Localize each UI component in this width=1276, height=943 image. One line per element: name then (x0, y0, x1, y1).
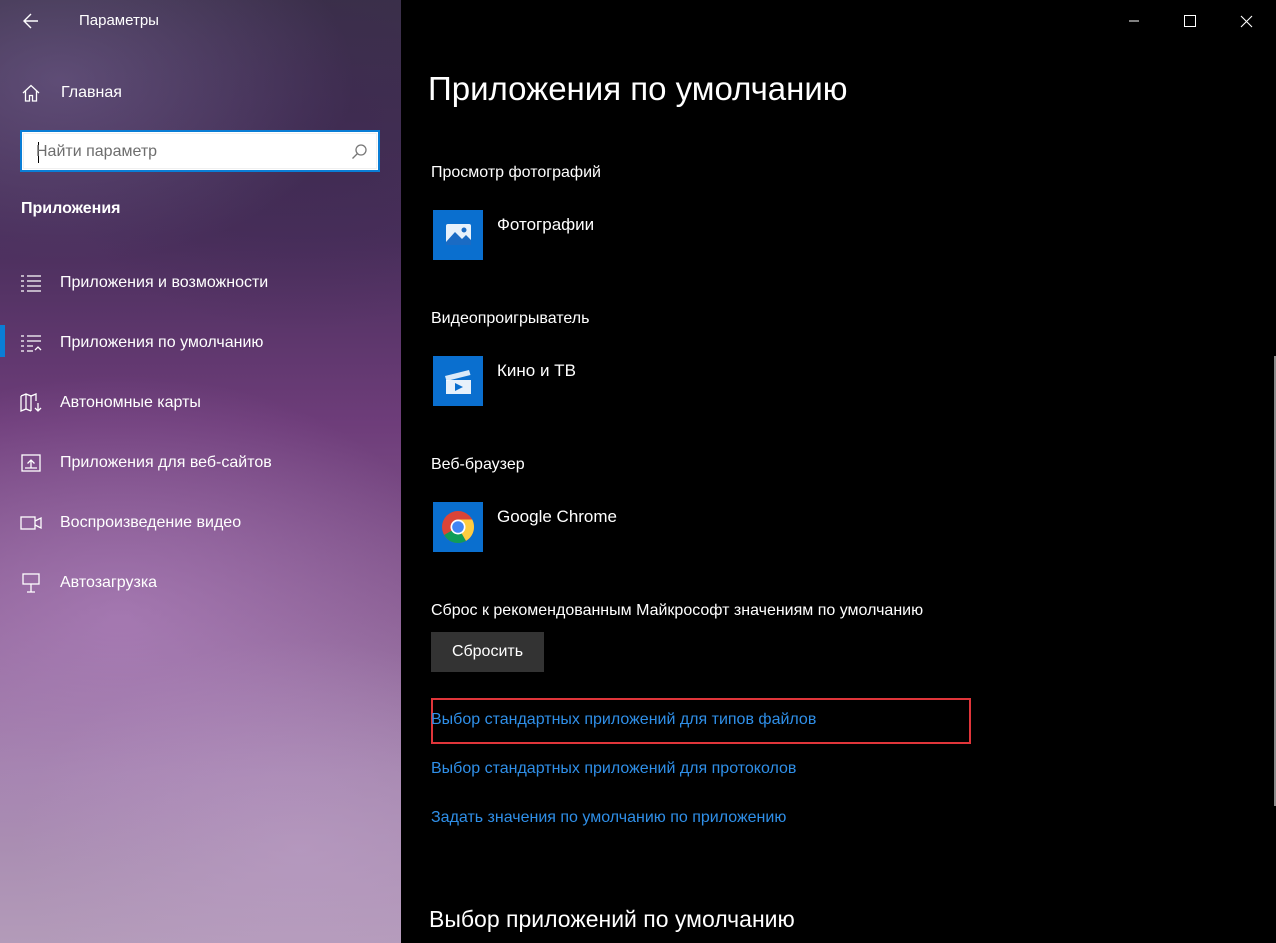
sidebar-item-label: Приложения по умолчанию (60, 334, 264, 351)
link-set-by-app[interactable]: Задать значения по умолчанию по приложен… (431, 809, 786, 827)
sidebar-item-startup[interactable]: Автозагрузка (0, 563, 401, 603)
sidebar-item-label: Автозагрузка (60, 574, 158, 591)
video-camera-icon (20, 516, 42, 530)
sidebar-item-label: Воспроизведение видео (60, 514, 242, 531)
window-title: Параметры (79, 12, 159, 29)
sidebar-item-offline-maps[interactable]: Автономные карты (0, 383, 401, 423)
category-label: Веб-браузер (431, 456, 525, 473)
maximize-button[interactable] (1162, 0, 1218, 42)
map-download-icon (20, 393, 42, 412)
apps-list-icon (21, 275, 41, 292)
home-icon (22, 84, 40, 102)
app-name: Google Chrome (497, 507, 618, 526)
sidebar-item-default-apps[interactable]: Приложения по умолчанию (0, 323, 401, 363)
sidebar-home-label: Главная (61, 84, 122, 101)
arrow-left-icon (23, 13, 38, 29)
main-content: Приложения по умолчанию Просмотр фотогра… (401, 0, 1276, 943)
photos-app-icon (433, 210, 483, 260)
sidebar-item-label: Приложения для веб-сайтов (60, 454, 272, 471)
sidebar-item-video-playback[interactable]: Воспроизведение видео (0, 503, 401, 543)
web-browser-picker[interactable]: Google Chrome (433, 502, 753, 552)
link-protocols[interactable]: Выбор стандартных приложений для протоко… (431, 760, 796, 778)
app-name: Фотографии (497, 215, 595, 234)
sidebar-item-apps-features[interactable]: Приложения и возможности (0, 263, 401, 303)
sidebar-item-apps-websites[interactable]: Приложения для веб-сайтов (0, 443, 401, 483)
startup-icon (22, 573, 40, 593)
close-icon (1240, 15, 1252, 27)
open-link-icon (21, 454, 41, 472)
search-icon[interactable] (350, 143, 368, 161)
active-indicator (0, 325, 5, 357)
chrome-app-icon (433, 502, 483, 552)
search-input[interactable] (36, 141, 336, 163)
link-file-types[interactable]: Выбор стандартных приложений для типов ф… (431, 711, 816, 729)
sidebar: Параметры Главная Приложения Приложения … (0, 0, 401, 943)
sidebar-item-home[interactable]: Главная (20, 80, 122, 106)
section-subheading: Выбор приложений по умолчанию (429, 906, 795, 932)
video-player-picker[interactable]: Кино и ТВ (433, 356, 753, 406)
app-name: Кино и ТВ (497, 361, 576, 380)
minimize-icon (1129, 20, 1139, 22)
maximize-icon (1184, 15, 1196, 27)
photo-viewer-picker[interactable]: Фотографии (433, 210, 753, 260)
reset-label: Сброс к рекомендованным Майкрософт значе… (431, 602, 924, 619)
default-apps-icon (21, 335, 42, 352)
category-label: Просмотр фотографий (431, 164, 601, 181)
category-label: Видеопроигрыватель (431, 310, 590, 327)
reset-button[interactable]: Сбросить (431, 632, 544, 672)
sidebar-item-label: Автономные карты (60, 394, 201, 411)
sidebar-item-label: Приложения и возможности (60, 274, 269, 291)
search-box[interactable] (20, 130, 380, 172)
page-title: Приложения по умолчанию (428, 70, 848, 107)
movies-tv-app-icon (433, 356, 483, 406)
back-button[interactable] (20, 8, 44, 34)
section-heading: Приложения (21, 200, 121, 217)
close-button[interactable] (1218, 0, 1274, 42)
minimize-button[interactable] (1106, 0, 1162, 42)
